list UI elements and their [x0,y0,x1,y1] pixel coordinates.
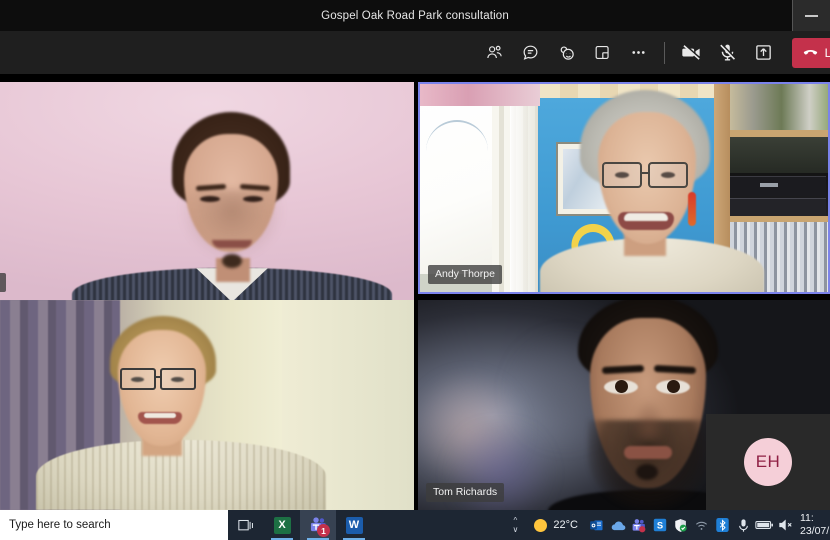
participant-tile[interactable]: n [0,82,414,300]
person-mouth [212,240,252,248]
stereo-display [760,183,778,187]
meeting-toolbar: Le [0,31,830,74]
stereo-amplifier-bottom [726,198,826,216]
sophos-tray-icon[interactable]: S [649,510,670,540]
person-glasses-bridge [156,376,162,378]
share-icon[interactable] [746,37,782,69]
participant-name-badge: Andy Thorpe [428,265,502,284]
task-view-icon[interactable] [228,510,264,540]
show-hidden-icons-button[interactable]: ^ ∨ [504,510,526,540]
system-tray: ^ ∨ 22°C S 11: 23/07/ [504,510,830,540]
word-icon[interactable] [336,510,372,540]
participant-tile[interactable] [0,300,414,510]
person-pupil-right [667,380,680,393]
meeting-toolbar-icons: Le [477,37,830,69]
person-eye-right [243,196,263,202]
shelf-row-1 [720,84,828,130]
reactions-icon[interactable] [549,37,585,69]
weather-temperature: 22°C [553,519,578,531]
search-placeholder-text: Type here to search [9,519,111,531]
teams-meeting-window: Gospel Oak Road Park consultation L Andy… [0,0,830,540]
camera-off-icon[interactable] [674,37,710,69]
breakout-rooms-icon[interactable] [585,37,621,69]
participant-tile-tom-richards[interactable]: Tom Richards EH [418,300,830,510]
bluetooth-tray-icon[interactable] [712,510,733,540]
security-tray-icon[interactable] [670,510,691,540]
person-face-shading [180,190,284,260]
participant-video [0,300,414,510]
self-view-tile[interactable]: EH [706,414,830,510]
minimize-icon [805,14,818,17]
person-glasses-bridge [642,172,650,174]
person-glasses-left [602,162,642,188]
participant-video [0,82,414,300]
participant-tile-andy-thorpe[interactable]: Andy Thorpe [418,82,830,294]
search-input[interactable]: Type here to search [0,510,228,540]
person-glasses-right [160,368,196,390]
outlook-tray-icon[interactable] [586,510,607,540]
person-pupil-left [615,380,628,393]
minimize-button[interactable] [792,0,830,31]
chat-icon[interactable] [513,37,549,69]
mic-off-icon[interactable] [710,37,746,69]
svg-text:S: S [656,520,662,530]
person-nose [632,400,666,440]
leave-button[interactable]: Le [791,37,830,68]
leave-button-label: Le [824,45,830,60]
excel-icon[interactable] [264,510,300,540]
page-title: Gospel Oak Road Park consultation [321,9,509,22]
person-teeth [144,413,176,418]
hangup-icon [803,49,817,55]
clock-time: 11: [800,512,814,524]
battery-tray-icon[interactable] [754,510,775,540]
teams-icon[interactable]: 1 [300,510,336,540]
taskbar-clock[interactable]: 11: 23/07/ [796,512,830,538]
person-chin [636,464,658,480]
participant-name-badge: n [0,273,6,292]
curtain-highlight [510,84,538,292]
chevron-up-icon: ^ [513,516,518,525]
window-background [420,84,492,274]
weather-widget[interactable]: 22°C [526,518,586,532]
person-mouth [624,446,672,459]
person-eye-left [200,196,220,202]
person-teeth [624,213,668,221]
teams-tray-icon[interactable] [628,510,649,540]
toolbar-divider [663,41,665,64]
shelf-board-1 [720,130,828,137]
title-bar: Gospel Oak Road Park consultation [0,0,830,31]
teams-badge-count: 1 [317,524,330,537]
more-options-icon[interactable] [621,37,657,69]
microphone-tray-icon[interactable] [733,510,754,540]
person-glasses-left [120,368,156,390]
video-grid: n [0,74,830,510]
wifi-tray-icon[interactable] [691,510,712,540]
sun-icon [534,518,548,532]
person-goatee [222,254,242,268]
chevron-down-icon: ∨ [512,525,519,534]
word-glyph [345,516,363,534]
clock-date: 23/07/ [800,525,830,537]
onedrive-tray-icon[interactable] [607,510,628,540]
curtain-valance [420,84,540,106]
participant-name-badge: Tom Richards [426,483,505,502]
people-icon[interactable] [477,37,513,69]
teams-glyph: 1 [309,516,330,537]
volume-muted-icon[interactable] [775,510,796,540]
shelf-row-2 [720,137,828,173]
person-glasses-right [648,162,688,188]
excel-glyph [273,516,291,534]
person-earring [688,192,696,226]
windows-taskbar: Type here to search 1 [0,510,830,540]
participant-video [420,84,828,292]
avatar: EH [744,438,792,486]
